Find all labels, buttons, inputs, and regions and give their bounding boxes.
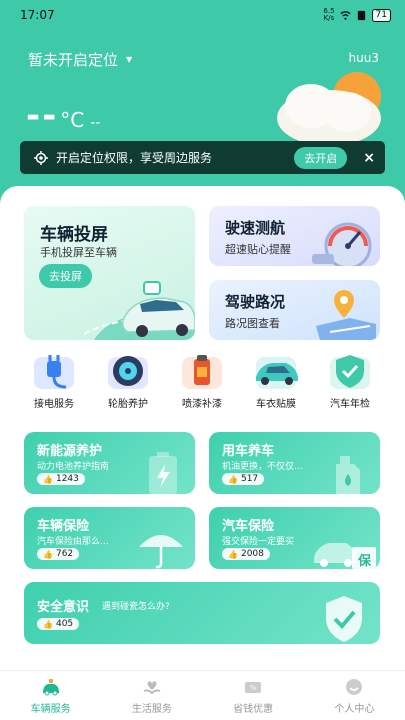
location-target-icon: [34, 150, 48, 165]
sim-icon: [357, 10, 365, 20]
tab-label: 个人中心: [334, 703, 375, 715]
service-label: 接电服务: [34, 399, 74, 410]
thumb-up-icon: 👍: [43, 619, 53, 629]
speed-nav-subtitle: 超速贴心提醒: [225, 243, 291, 256]
road-status-subtitle: 路况图查看: [225, 317, 280, 330]
svg-text:%: %: [250, 684, 257, 692]
car-care-subtitle: 机油更换，不仅仅...: [222, 462, 303, 472]
auto-insurance-card[interactable]: 汽车保险 强交保险一定要买 👍 2008 保: [209, 507, 380, 569]
temperature-value: --: [26, 96, 59, 136]
tab-label: 生活服务: [131, 703, 172, 715]
tab-life-service[interactable]: 生活服务: [101, 671, 202, 720]
username[interactable]: huu3: [349, 51, 379, 65]
nev-subtitle: 动力电池养护指南: [37, 462, 110, 472]
weather-desc: --: [90, 115, 101, 131]
car-care-card[interactable]: 用车养车 机油更换，不仅仅... 👍 517: [209, 432, 380, 494]
screen-cast-subtitle: 手机投屏至车辆: [40, 246, 117, 259]
car-care-title: 用车养车: [222, 444, 275, 459]
tab-profile[interactable]: 个人中心: [304, 671, 405, 720]
temperature-unit: °C: [60, 108, 85, 132]
speed-nav-title: 驶速测航: [225, 219, 286, 237]
tab-vehicle-service[interactable]: 车辆服务: [0, 671, 101, 720]
caret-down-icon: ▼: [126, 55, 133, 64]
plug-icon: [34, 355, 74, 389]
paint-can-icon: [182, 355, 222, 389]
auto-insurance-title: 汽车保险: [222, 519, 275, 534]
car-road-icon: [84, 281, 195, 340]
banner-text: 开启定位权限，享受周边服务: [56, 151, 213, 165]
battery-icon: [149, 452, 177, 494]
close-icon[interactable]: ×: [363, 150, 375, 166]
nev-title: 新能源养护: [37, 444, 103, 459]
service-inspection[interactable]: 汽车年检: [320, 351, 380, 411]
insurance-like-badge: 👍 762: [37, 548, 80, 560]
service-label: 车衣贴膜: [256, 399, 296, 410]
wifi-icon: [340, 10, 351, 20]
vehicle-insurance-card[interactable]: 车辆保险 汽车保险由那么... 👍 762: [24, 507, 195, 569]
car-wrap-icon: [256, 357, 298, 389]
battery-indicator: 71: [371, 8, 391, 22]
screen-cast-title: 车辆投屏: [40, 225, 108, 245]
umbrella-icon: [139, 535, 183, 569]
tab-label: 省钱优惠: [233, 703, 274, 715]
car-care-like-badge: 👍 517: [222, 473, 265, 485]
thumb-up-icon: 👍: [43, 474, 53, 484]
road-status-card[interactable]: 驾驶路况 路况图查看: [209, 280, 380, 340]
thumb-up-icon: 👍: [43, 549, 53, 559]
safety-title: 安全意识: [37, 600, 90, 615]
service-grid: 接电服务 轮胎养护 喷漆补漆 车衣贴膜 汽车年检: [24, 351, 380, 411]
shield-check-icon: [330, 355, 370, 389]
location-selector[interactable]: 暂未开启定位 ▼: [28, 49, 132, 70]
location-label: 暂未开启定位: [28, 51, 119, 69]
service-label: 喷漆补漆: [182, 399, 222, 410]
tire-icon: [108, 356, 148, 389]
tab-label: 车辆服务: [30, 703, 71, 715]
shield-check-icon: [326, 596, 362, 642]
thumb-up-icon: 👍: [228, 549, 238, 559]
insurance-stamp: 保: [357, 554, 371, 569]
status-icons: 6.5 K/s 71: [323, 8, 391, 22]
heart-hand-icon: [143, 680, 161, 694]
auto-insurance-subtitle: 强交保险一定要买: [222, 537, 295, 547]
net-speed: 6.5 K/s: [323, 7, 335, 22]
screen-cast-card[interactable]: 车辆投屏 手机投屏至车辆 去投屏: [24, 206, 195, 340]
service-charging[interactable]: 接电服务: [24, 351, 84, 411]
service-label: 轮胎养护: [108, 399, 148, 410]
map-pin-icon: [316, 290, 376, 340]
car-service-icon: [42, 678, 59, 695]
speedometer-icon: [312, 222, 372, 266]
auto-insurance-like-badge: 👍 2008: [222, 548, 270, 560]
oil-can-icon: [336, 456, 360, 494]
service-car-wrap[interactable]: 车衣贴膜: [246, 351, 306, 411]
status-time: 17:07: [20, 8, 55, 22]
nev-maintenance-card[interactable]: 新能源养护 动力电池养护指南 👍 1243: [24, 432, 195, 494]
speed-nav-card[interactable]: 驶速测航 超速贴心提醒: [209, 206, 380, 266]
smile-face-icon: [346, 678, 363, 695]
safety-awareness-card[interactable]: 安全意识 遇到碰瓷怎么办? 👍 405: [24, 582, 380, 644]
road-status-title: 驾驶路况: [225, 293, 286, 311]
coupon-icon: %: [245, 681, 262, 693]
safety-like-badge: 👍 405: [37, 618, 80, 630]
insurance-subtitle: 汽车保险由那么...: [37, 537, 109, 547]
service-label: 汽车年检: [330, 399, 370, 410]
location-permission-banner: 开启定位权限，享受周边服务 去开启 ×: [20, 141, 385, 174]
status-bar: 17:07 6.5 K/s 71: [0, 0, 405, 30]
temperature-display: -- °C --: [26, 96, 100, 136]
service-tire[interactable]: 轮胎养护: [98, 351, 158, 411]
safety-subtitle: 遇到碰瓷怎么办?: [102, 602, 170, 612]
cloud-sun-icon: [277, 72, 381, 146]
tab-savings[interactable]: % 省钱优惠: [203, 671, 304, 720]
thumb-up-icon: 👍: [228, 474, 238, 484]
enable-location-button[interactable]: 去开启: [294, 146, 348, 169]
bottom-tab-bar: 车辆服务 生活服务 % 省钱优惠 个人中心: [0, 670, 405, 720]
insurance-title: 车辆保险: [37, 519, 90, 534]
service-paint[interactable]: 喷漆补漆: [172, 351, 232, 411]
nev-like-badge: 👍 1243: [37, 473, 85, 485]
